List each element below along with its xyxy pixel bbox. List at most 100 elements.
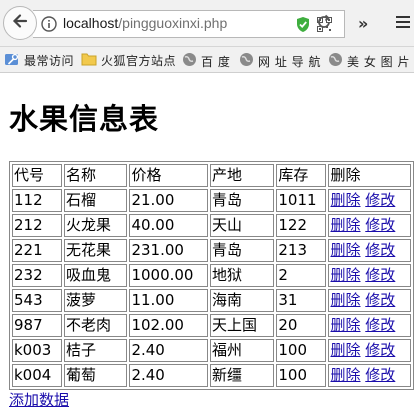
table-row: 232 吸血鬼 1000.00 地狱 2 删除 修改 (12, 264, 411, 287)
url-path: /pingguoxinxi.php (118, 15, 228, 31)
cell-actions: 删除 修改 (328, 264, 411, 287)
edit-link[interactable]: 修改 (365, 341, 395, 359)
cell-actions: 删除 修改 (328, 289, 411, 312)
header-delete: 删除 (328, 164, 411, 187)
delete-link[interactable]: 删除 (330, 191, 360, 209)
edit-link[interactable]: 修改 (365, 316, 395, 334)
edit-link[interactable]: 修改 (365, 216, 395, 234)
url-text[interactable]: localhost/pingguoxinxi.php (63, 15, 227, 31)
cell-actions: 删除 修改 (328, 314, 411, 337)
menu-icon[interactable] (396, 16, 410, 31)
cell-name: 菠萝 (64, 289, 128, 312)
cell-stock: 100 (276, 364, 327, 387)
cell-code: 221 (12, 239, 63, 262)
cell-actions: 删除 修改 (328, 189, 411, 212)
cell-name: 桔子 (64, 339, 128, 362)
back-arrow-icon (11, 12, 29, 34)
cell-origin: 新缰 (210, 364, 275, 387)
cell-name: 不老肉 (64, 314, 128, 337)
bookmark-pictures[interactable]: 美 女 图 片 (328, 52, 410, 70)
table-row: 543 菠萝 11.00 海南 31 删除 修改 (12, 289, 411, 312)
delete-link[interactable]: 删除 (330, 316, 360, 334)
cell-price: 102.00 (129, 314, 209, 337)
header-code: 代号 (12, 164, 63, 187)
table-row: 987 不老肉 102.00 天上国 20 删除 修改 (12, 314, 411, 337)
table-row: 212 火龙果 40.00 天山 122 删除 修改 (12, 214, 411, 237)
bookmark-most-visited[interactable]: 最常访问 (4, 52, 74, 69)
bookmarks-bar: 最常访问 火狐官方站点 百 度 网 址 导 航 美 女 图 片 (0, 47, 414, 73)
cell-origin: 青岛 (210, 239, 275, 262)
cell-code: 112 (12, 189, 63, 212)
cell-actions: 删除 修改 (328, 214, 411, 237)
delete-link[interactable]: 删除 (330, 366, 360, 384)
bookmark-firefox-site[interactable]: 火狐官方站点 (81, 52, 176, 69)
cell-origin: 福州 (210, 339, 275, 362)
cell-name: 葡萄 (64, 364, 128, 387)
header-origin: 产地 (210, 164, 275, 187)
info-icon[interactable] (41, 16, 57, 36)
reload-icon[interactable] (316, 14, 332, 34)
star-folder-icon (4, 52, 20, 69)
page-title: 水果信息表 (9, 102, 160, 136)
edit-link[interactable]: 修改 (365, 366, 395, 384)
cell-actions: 删除 修改 (328, 364, 411, 387)
cell-stock: 100 (276, 339, 327, 362)
globe-icon (328, 52, 343, 70)
cell-stock: 213 (276, 239, 327, 262)
edit-link[interactable]: 修改 (365, 241, 395, 259)
cell-name: 吸血鬼 (64, 264, 128, 287)
delete-link[interactable]: 删除 (330, 266, 360, 284)
overflow-chevron-icon[interactable]: » (358, 14, 368, 33)
edit-link[interactable]: 修改 (365, 191, 395, 209)
cell-origin: 天山 (210, 214, 275, 237)
globe-icon (239, 52, 254, 70)
fruit-table: 代号 名称 价格 产地 库存 删除 112 石榴 21.00 青岛 1011 删除 修改 2… (9, 161, 414, 390)
delete-link[interactable]: 删除 (330, 216, 360, 234)
globe-icon (182, 52, 197, 70)
cell-price: 1000.00 (129, 264, 209, 287)
table-row: k003 桔子 2.40 福州 100 删除 修改 (12, 339, 411, 362)
delete-link[interactable]: 删除 (330, 341, 360, 359)
cell-code: 232 (12, 264, 63, 287)
bookmark-label: 百 度 (201, 54, 231, 69)
bookmark-label: 火狐官方站点 (101, 54, 177, 68)
table-header-row: 代号 名称 价格 产地 库存 删除 (12, 164, 411, 187)
cell-price: 2.40 (129, 339, 209, 362)
header-name: 名称 (64, 164, 128, 187)
header-stock: 库存 (276, 164, 327, 187)
edit-link[interactable]: 修改 (365, 291, 395, 309)
url-bar[interactable]: localhost/pingguoxinxi.php (33, 10, 345, 38)
cell-code: k003 (12, 339, 63, 362)
cell-stock: 20 (276, 314, 327, 337)
cell-stock: 31 (276, 289, 327, 312)
cell-code: 543 (12, 289, 63, 312)
cell-actions: 删除 修改 (328, 339, 411, 362)
delete-link[interactable]: 删除 (330, 291, 360, 309)
cell-price: 21.00 (129, 189, 209, 212)
bookmark-label: 最常访问 (24, 54, 75, 68)
delete-link[interactable]: 删除 (330, 241, 360, 259)
cell-name: 火龙果 (64, 214, 128, 237)
shield-icon[interactable] (295, 16, 311, 37)
cell-price: 11.00 (129, 289, 209, 312)
cell-stock: 2 (276, 264, 327, 287)
cell-origin: 地狱 (210, 264, 275, 287)
bookmark-baidu[interactable]: 百 度 (182, 52, 230, 70)
edit-link[interactable]: 修改 (365, 266, 395, 284)
back-button[interactable] (3, 6, 37, 40)
cell-origin: 海南 (210, 289, 275, 312)
cell-origin: 天上国 (210, 314, 275, 337)
cell-actions: 删除 修改 (328, 239, 411, 262)
bookmark-label: 美 女 图 片 (347, 54, 410, 69)
cell-stock: 122 (276, 214, 327, 237)
url-host: localhost (63, 15, 119, 31)
cell-origin: 青岛 (210, 189, 275, 212)
cell-stock: 1011 (276, 189, 327, 212)
cell-code: 212 (12, 214, 63, 237)
table-row: 112 石榴 21.00 青岛 1011 删除 修改 (12, 189, 411, 212)
bookmark-url-nav[interactable]: 网 址 导 航 (239, 52, 321, 70)
bookmark-label: 网 址 导 航 (258, 54, 321, 69)
folder-icon (81, 52, 97, 69)
cell-name: 无花果 (64, 239, 128, 262)
add-data-link[interactable]: 添加数据 (9, 389, 69, 410)
